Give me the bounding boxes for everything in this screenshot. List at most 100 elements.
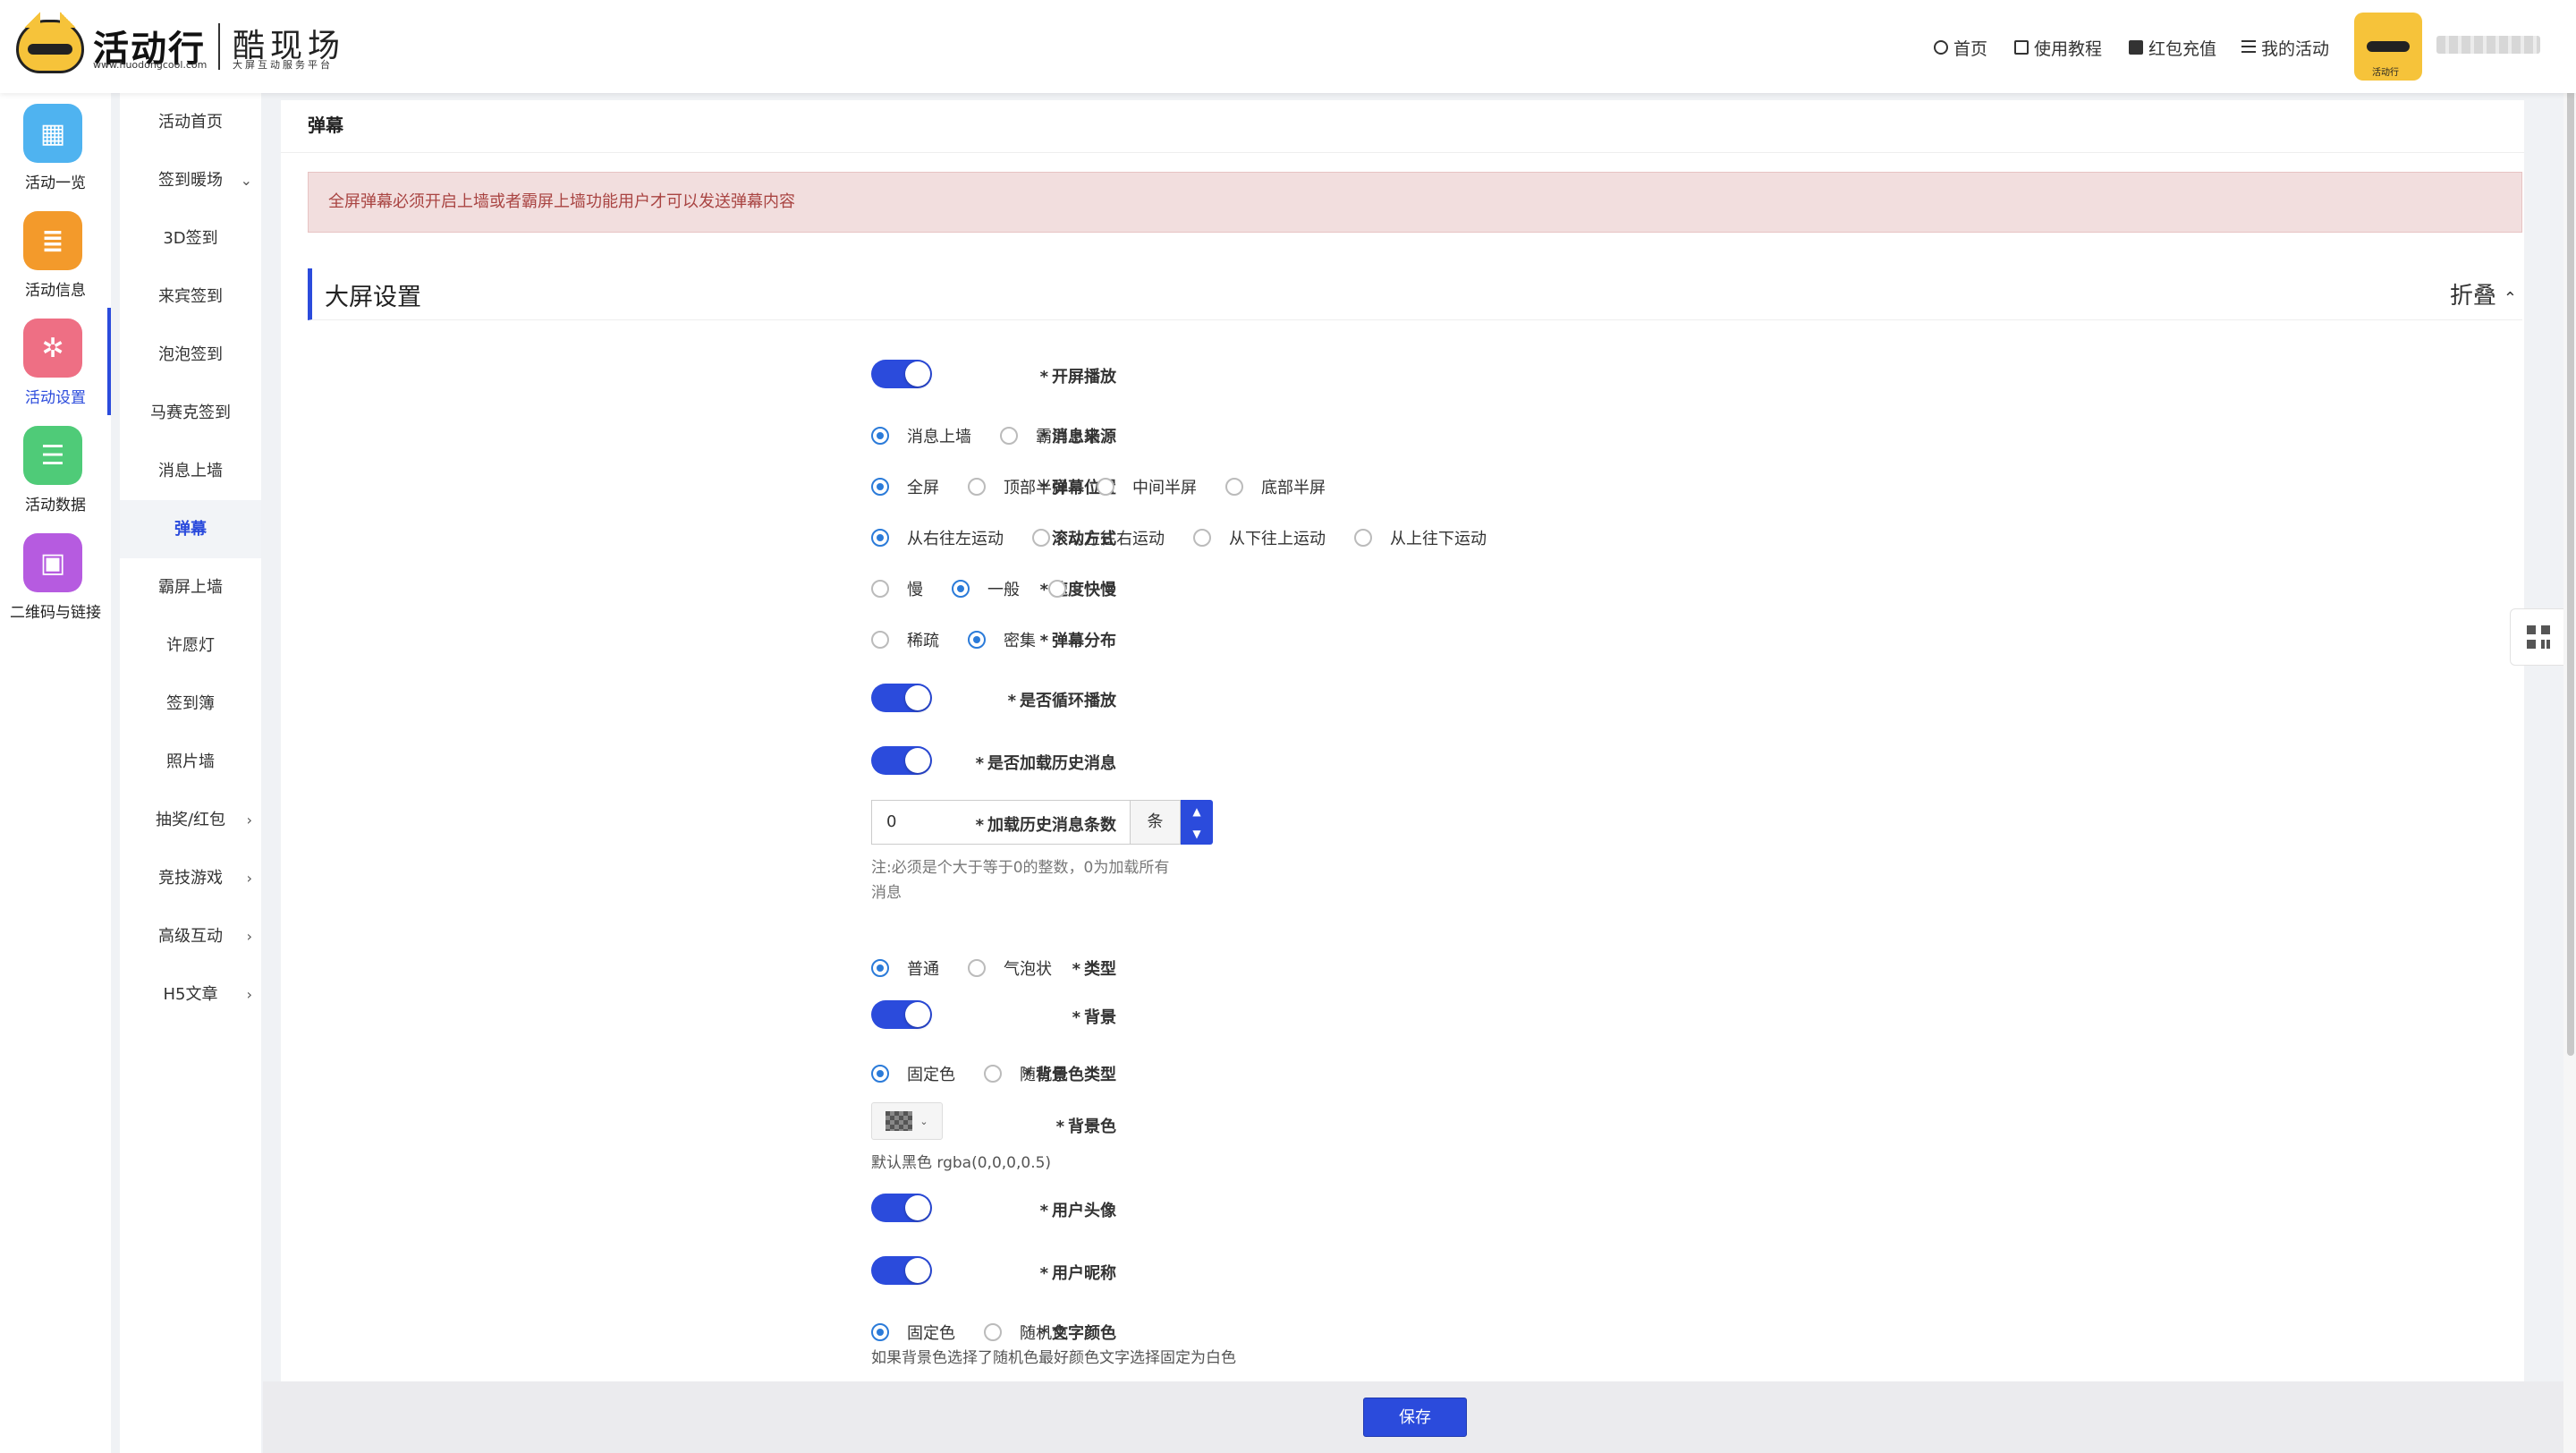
nav-recharge[interactable]: 红包充值 [2129, 32, 2216, 63]
radio-speed-normal[interactable]: 一般 [952, 577, 1020, 600]
save-button[interactable]: 保存 [1363, 1398, 1467, 1437]
rail-item-activity-info[interactable]: ≣ 活动信息 [0, 200, 111, 308]
gear-icon: ✲ [23, 319, 82, 378]
rail-item-qrcode[interactable]: ▣ 二维码与链接 [0, 523, 111, 630]
subnav-item-lottery[interactable]: 抽奖/红包 › [120, 791, 261, 849]
nav-tutorial[interactable]: 使用教程 [2014, 32, 2102, 63]
subnav-label: 来宾签到 [158, 287, 223, 306]
radio-speed-fast[interactable]: 快 [1048, 577, 1100, 600]
nav-home[interactable]: 首页 [1934, 32, 1987, 63]
radio-position-bottom[interactable]: 底部半屏 [1225, 475, 1326, 498]
radio-bg-fixed[interactable]: 固定色 [871, 1062, 955, 1085]
database-icon: ☰ [23, 426, 82, 485]
radio-unchecked-icon [1354, 529, 1372, 547]
radio-density-sparse[interactable]: 稀疏 [871, 628, 939, 651]
radio-scroll-btt[interactable]: 从下往上运动 [1193, 526, 1326, 549]
rail-label: 活动数据 [25, 497, 86, 514]
history-count-input[interactable]: 0 [871, 800, 1131, 845]
radio-position-top[interactable]: 顶部半屏 [968, 475, 1068, 498]
radio-text-fixed[interactable]: 固定色 [871, 1321, 955, 1344]
radio-checked-icon [871, 1323, 889, 1341]
scrollbar-thumb[interactable] [2567, 36, 2574, 1056]
nav-my-activities-label: 我的活动 [2261, 38, 2330, 59]
username[interactable]: blurred [2436, 36, 2540, 54]
radio-unchecked-icon [1000, 427, 1018, 445]
field-label: * 背景 [1072, 1008, 1116, 1027]
home-icon [1934, 40, 1948, 55]
radio-bg-random[interactable]: 随机色 [984, 1062, 1068, 1085]
subnav-label: 马赛克签到 [150, 404, 231, 422]
avatar-switch[interactable] [871, 1194, 932, 1222]
background-switch[interactable] [871, 1000, 932, 1029]
subnav-item-message-wall[interactable]: 消息上墙 [120, 442, 261, 500]
radio-checked-icon [952, 580, 970, 598]
rail-item-activity-data[interactable]: ☰ 活动数据 [0, 415, 111, 523]
floating-qrcode-button[interactable] [2510, 608, 2567, 666]
subnav-label: 3D签到 [163, 229, 218, 248]
qrcode-icon: ▣ [23, 533, 82, 592]
divider [281, 152, 2524, 153]
radio-type-normal[interactable]: 普通 [871, 956, 939, 980]
subnav-item-h5-article[interactable]: H5文章 › [120, 965, 261, 1024]
radio-unchecked-icon [871, 631, 889, 649]
sub-nav: 活动首页 签到暖场 ⌄ 3D签到 来宾签到 泡泡签到 马赛克签到 消息上墙 弹幕 … [120, 93, 261, 1453]
history-count-hint: 注:必须是个大于等于0的整数，0为加载所有 消息 [871, 859, 1170, 902]
subnav-item-mosaic-checkin[interactable]: 马赛克签到 [120, 384, 261, 442]
subnav-item-dominate-wall[interactable]: 霸屏上墙 [120, 558, 261, 616]
subnav-label: H5文章 [163, 985, 218, 1004]
stepper-up-icon[interactable]: ▲ [1192, 805, 1200, 818]
open-screen-switch[interactable] [871, 360, 932, 388]
nav-my-activities[interactable]: 我的活动 [2241, 32, 2329, 63]
radio-text-random[interactable]: 随机色 [984, 1321, 1068, 1344]
logo-divider [218, 23, 220, 70]
field-label: * 是否循环播放 [1007, 692, 1116, 710]
rail-item-activity-list[interactable]: ▦ 活动一览 [0, 93, 111, 200]
nickname-switch[interactable] [871, 1256, 932, 1285]
radio-scroll-rtl[interactable]: 从右往左运动 [871, 526, 1004, 549]
rail-item-activity-settings[interactable]: ✲ 活动设置 [0, 308, 111, 415]
radio-checked-icon [871, 1065, 889, 1083]
redpacket-icon [2129, 40, 2143, 55]
color-swatch [886, 1111, 913, 1131]
subnav-label: 签到簿 [166, 694, 215, 713]
alert-banner: 全屏弹幕必须开启上墙或者霸屏上墙功能用户才可以发送弹幕内容 [308, 172, 2522, 233]
radio-checked-icon [871, 959, 889, 977]
subnav-item-3d-checkin[interactable]: 3D签到 [120, 209, 261, 268]
color-picker[interactable]: ⌄ [871, 1102, 943, 1140]
subnav-label: 消息上墙 [158, 462, 223, 480]
subnav-item-checkin-warmup[interactable]: 签到暖场 ⌄ [120, 151, 261, 209]
subnav-item-advanced[interactable]: 高级互动 › [120, 907, 261, 965]
chevron-down-icon: ⌄ [919, 1115, 928, 1127]
logo-mascot-icon[interactable] [16, 12, 84, 73]
radio-source-message-wall[interactable]: 消息上墙 [871, 424, 971, 447]
subnav-label: 霸屏上墙 [158, 578, 223, 597]
collapse-toggle[interactable]: 折叠 ⌃ [2450, 277, 2517, 310]
history-count-unit: 条 [1131, 800, 1181, 845]
radio-position-full[interactable]: 全屏 [871, 475, 939, 498]
book-icon [2014, 40, 2029, 55]
subnav-item-guest-checkin[interactable]: 来宾签到 [120, 268, 261, 326]
loop-switch[interactable] [871, 684, 932, 712]
radio-source-dominate-wall[interactable]: 霸屏上墙 [1000, 424, 1100, 447]
subnav-label: 高级互动 [158, 927, 223, 946]
radio-density-dense[interactable]: 密集 [968, 628, 1036, 651]
subnav-item-photo-wall[interactable]: 照片墙 [120, 733, 261, 791]
radio-scroll-ttb[interactable]: 从上往下运动 [1354, 526, 1487, 549]
chevron-right-icon: › [246, 811, 252, 828]
subnav-label: 活动首页 [158, 113, 223, 132]
number-stepper[interactable]: ▲ ▼ [1181, 800, 1213, 845]
avatar-caption: 活动行 [2372, 68, 2399, 78]
radio-type-bubble[interactable]: 气泡状 [968, 956, 1052, 980]
radio-position-middle[interactable]: 中间半屏 [1097, 475, 1197, 498]
radio-scroll-ltr[interactable]: 从左往右运动 [1032, 526, 1165, 549]
chevron-right-icon: › [246, 928, 252, 945]
stepper-down-icon[interactable]: ▼ [1192, 828, 1200, 840]
radio-speed-slow[interactable]: 慢 [871, 577, 923, 600]
history-switch[interactable] [871, 746, 932, 775]
subnav-item-danmaku[interactable]: 弹幕 [120, 500, 261, 558]
subnav-item-bubble-checkin[interactable]: 泡泡签到 [120, 326, 261, 384]
subnav-item-signbook[interactable]: 签到簿 [120, 675, 261, 733]
subnav-item-games[interactable]: 竞技游戏 › [120, 849, 261, 907]
subnav-item-home[interactable]: 活动首页 [120, 93, 261, 151]
subnav-item-wish-lamp[interactable]: 许愿灯 [120, 616, 261, 675]
